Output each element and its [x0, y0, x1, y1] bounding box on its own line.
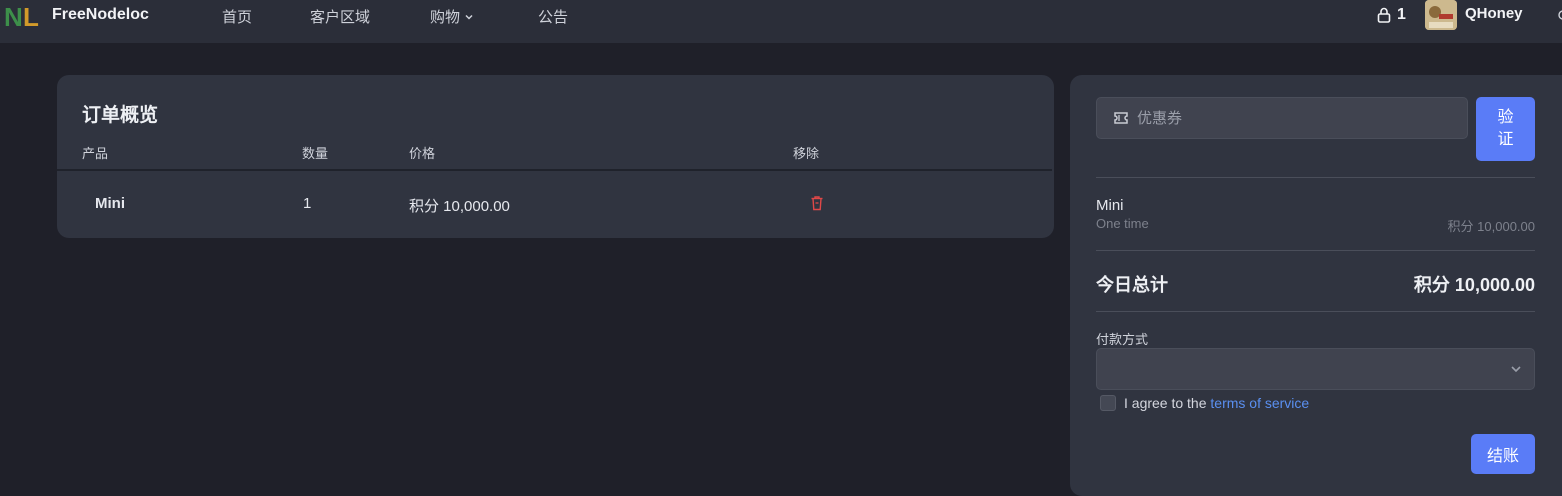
nav-shop-label: 购物	[430, 9, 461, 26]
table-header-divider	[57, 169, 1052, 171]
ticket-icon	[1114, 112, 1128, 124]
top-navbar: N L FreeNodeloc 首页 客户区域 购物 公告 1 QHoney	[0, 0, 1562, 43]
column-header-price: 价格	[409, 146, 436, 161]
avatar-image	[1425, 0, 1457, 30]
summary-item-name: Mini	[1096, 197, 1124, 214]
divider	[1096, 250, 1535, 251]
nav-announcements-label: 公告	[538, 9, 569, 26]
username[interactable]: QHoney	[1465, 5, 1523, 22]
coupon-input[interactable]	[1137, 98, 1457, 138]
terms-text: I agree to the terms of service	[1124, 395, 1309, 411]
chevron-down-icon	[465, 14, 473, 20]
payment-method-label: 付款方式	[1096, 332, 1149, 347]
terms-agreement: I agree to the terms of service	[1100, 395, 1309, 411]
summary-item-price: 积分 10,000.00	[1447, 219, 1535, 234]
checkout-button[interactable]: 结账	[1471, 434, 1535, 474]
chevron-down-icon	[1511, 366, 1521, 373]
nav-client-area[interactable]: 客户区域	[310, 6, 370, 27]
divider	[1096, 177, 1535, 178]
svg-text:L: L	[23, 3, 39, 29]
product-quantity: 1	[303, 195, 312, 212]
cart-lock-icon	[1377, 7, 1391, 23]
cart-count: 1	[1397, 6, 1406, 23]
total-due-label: 今日总计	[1096, 275, 1168, 295]
nav-announcements[interactable]: 公告	[538, 6, 568, 27]
coupon-field[interactable]	[1096, 97, 1468, 139]
trash-icon[interactable]	[810, 195, 824, 211]
column-header-product: 产品	[82, 146, 109, 161]
product-name: Mini	[95, 195, 125, 212]
total-due-value: 积分 10,000.00	[1413, 275, 1535, 295]
avatar[interactable]	[1425, 0, 1457, 30]
column-header-quantity: 数量	[302, 146, 329, 161]
order-overview-card: 订单概览 产品 数量 价格 移除 Mini 1 积分 10,000.00	[57, 75, 1054, 238]
nav-shop-dropdown[interactable]: 购物	[430, 6, 474, 27]
svg-text:N: N	[4, 3, 23, 29]
brand-name[interactable]: FreeNodeloc	[52, 6, 149, 24]
column-header-remove: 移除	[793, 146, 820, 161]
brand-logo[interactable]: N L	[4, 3, 44, 29]
terms-checkbox[interactable]	[1100, 395, 1116, 411]
order-summary-card: 验证 Mini One time 积分 10,000.00 今日总计 积分 10…	[1070, 75, 1562, 496]
divider	[1096, 311, 1535, 312]
terms-prefix: I agree to the	[1124, 395, 1211, 411]
gear-icon[interactable]	[1555, 8, 1562, 22]
nav-client-area-label: 客户区域	[310, 9, 371, 26]
terms-of-service-link[interactable]: terms of service	[1210, 395, 1309, 411]
verify-coupon-button[interactable]: 验证	[1476, 97, 1535, 161]
nav-home[interactable]: 首页	[222, 6, 252, 27]
product-price: 积分 10,000.00	[409, 198, 510, 215]
order-title: 订单概览	[82, 105, 159, 126]
nav-home-label: 首页	[222, 9, 253, 26]
cart-button[interactable]: 1	[1377, 6, 1406, 24]
payment-method-select[interactable]	[1096, 348, 1535, 390]
summary-item-cycle: One time	[1096, 216, 1149, 231]
